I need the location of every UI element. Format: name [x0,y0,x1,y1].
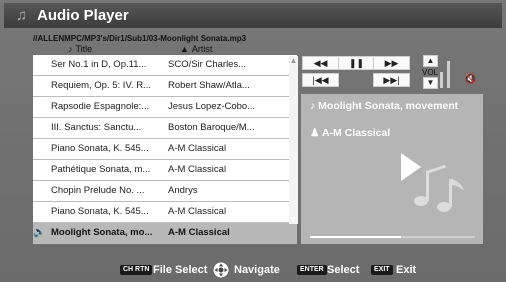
audio-player-window: ♫ Audio Player //ALLENMPC/MP3's/Dir1/Sub… [0,0,506,282]
track-list-scrollbar[interactable]: ▲ ▼ [289,56,298,224]
volume-bar [447,61,450,88]
track-artist: A-M Classical [168,227,230,238]
person-icon: ♟ [310,127,322,139]
track-title: Piano Sonata, K. 545... [51,206,149,217]
mute-icon[interactable]: 🔇 [463,74,478,86]
track-row[interactable]: Ser No.1 in D, Op.11... SCO/Sir Charles.… [33,55,297,76]
track-title: Pathétique Sonata, m... [51,164,151,175]
music-note-icon: ♪ [68,44,73,54]
track-artist: Andrys [168,185,198,196]
scroll-up-arrow-icon[interactable]: ▲ [289,56,298,65]
exit-label: Exit [396,264,417,276]
track-row[interactable]: Chopin Prelude No. ... Andrys [33,181,297,202]
column-header-artist[interactable]: ▲ Artist [180,44,212,54]
speaker-icon [33,76,46,96]
navigate-dpad-icon [213,262,229,278]
track-title: Chopin Prelude No. ... [51,185,145,196]
track-artist: SCO/Sir Charles... [168,59,247,70]
volume-down-button[interactable]: ▼ [423,77,438,89]
column-title-label: Title [75,44,93,54]
file-select-label: File Select [153,264,208,276]
now-playing-artist: ♟ A-M Classical [310,127,390,140]
track-title: Piano Sonata, K. 545... [51,143,149,154]
track-row-now-playing[interactable]: 🔊 Moolight Sonata, mo... A-M Classical [33,223,297,244]
pause-button[interactable]: ❚❚ [338,56,375,70]
volume-level-indicator [440,52,454,88]
track-row[interactable]: III. Sanctus: Sanctu... Boston Baroque/M… [33,118,297,139]
navigate-label: Navigate [234,264,280,276]
track-row[interactable]: Requiem, Op. 5: IV. R... Robert Shaw/Atl… [33,76,297,97]
track-artist: Jesus Lopez-Cobo... [168,101,256,112]
now-playing-title-text: Moolight Sonata, movement [318,100,459,112]
track-row[interactable]: Pathétique Sonata, m... A-M Classical [33,160,297,181]
track-title: Moolight Sonata, mo... [51,227,153,238]
file-path: //ALLENMPC/MP3's/Dir1/Sub1/03-Moonlight … [33,34,247,43]
track-artist: A-M Classical [168,164,227,175]
volume-up-button[interactable]: ▲ [423,55,438,67]
track-title: Ser No.1 in D, Op.11... [51,59,147,70]
next-track-button[interactable]: ▶▶| [373,73,410,87]
speaker-icon [33,139,46,159]
volume-bar [440,72,443,88]
playback-progress-fill [310,236,401,238]
ch-rtn-key: CH RTN [120,265,153,275]
track-row[interactable]: Rapsodie Espagnole:... Jesus Lopez-Cobo.… [33,97,297,118]
speaker-icon [33,118,46,138]
speaker-icon [33,55,46,75]
speaker-icon [33,160,46,180]
select-label: Select [327,264,360,276]
track-artist: Robert Shaw/Atla... [168,80,250,91]
track-title: Requiem, Op. 5: IV. R... [51,80,151,91]
exit-key: EXIT [371,265,393,275]
music-note-icon: ♫ [16,7,28,24]
previous-track-button[interactable]: |◀◀ [302,73,339,87]
footer-help-bar: CH RTN File Select Navigate ENTER Select… [0,259,506,282]
play-music-art-icon [401,153,464,212]
now-playing-artist-text: A-M Classical [321,127,391,139]
speaker-icon [33,181,46,201]
fast-forward-button[interactable]: ▶▶ [373,56,410,70]
app-title: Audio Player [37,7,129,24]
scroll-down-arrow-icon[interactable]: ▼ [289,215,298,224]
track-artist: Boston Baroque/M... [168,122,255,133]
track-artist: A-M Classical [168,143,227,154]
now-playing-title: ♪ Moolight Sonata, movement [310,100,458,113]
speaker-icon [33,97,46,117]
rewind-button[interactable]: ◀◀ [302,56,339,70]
track-row[interactable]: Piano Sonata, K. 545... A-M Classical [33,139,297,160]
column-header-title[interactable]: ♪ Title [68,44,92,54]
volume-label: VOL [422,68,439,77]
music-note-icon: ♪ [310,100,319,112]
playback-progress-bar[interactable] [310,236,475,238]
title-bar: ♫ Audio Player [4,3,502,28]
person-icon: ▲ [180,44,189,54]
track-title: Rapsodie Espagnole:... [51,101,150,112]
enter-key: ENTER [297,265,327,275]
track-row[interactable]: Piano Sonata, K. 545... A-M Classical [33,202,297,223]
now-playing-panel: ♪ Moolight Sonata, movement ♟ A-M Classi… [301,94,483,244]
speaker-icon: 🔊 [33,227,46,238]
speaker-icon [33,202,46,222]
track-artist: A-M Classical [168,206,227,217]
track-title: III. Sanctus: Sanctu... [51,122,142,133]
column-artist-label: Artist [191,44,213,54]
track-list: Ser No.1 in D, Op.11... SCO/Sir Charles.… [33,55,297,244]
